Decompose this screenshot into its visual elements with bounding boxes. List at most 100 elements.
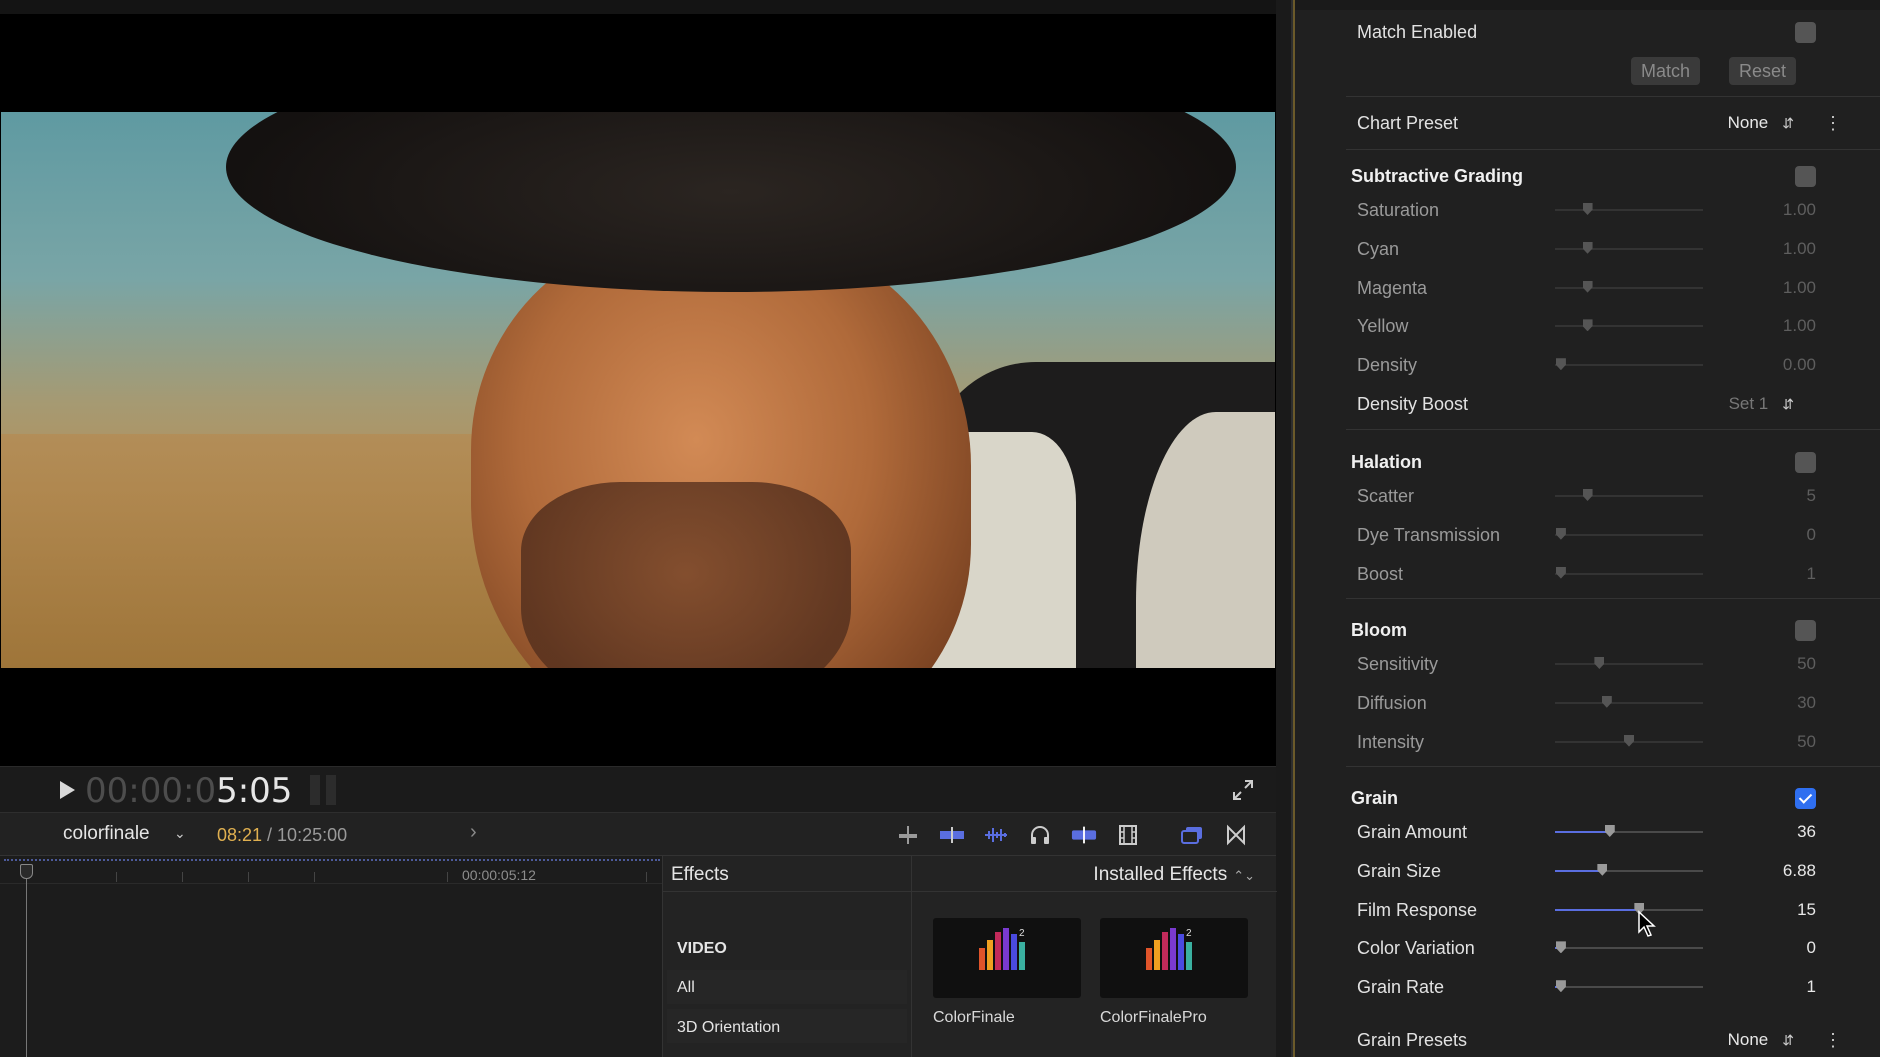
headphones-icon[interactable]	[1027, 822, 1053, 848]
param-value[interactable]: 1.00	[1736, 270, 1816, 306]
grain-presets-popup[interactable]: None ⇵	[1728, 1022, 1794, 1057]
param-slider[interactable]	[1555, 280, 1703, 293]
param-value[interactable]: 30	[1736, 685, 1816, 721]
insert-clip-icon[interactable]	[939, 822, 965, 848]
timeline[interactable]: 00:00:05:12	[0, 856, 662, 1057]
playhead-handle[interactable]	[20, 864, 33, 879]
param-value[interactable]: 0	[1736, 517, 1816, 553]
slider-knob[interactable]	[1555, 358, 1566, 371]
param-value[interactable]: 1.00	[1736, 308, 1816, 344]
param-row: Density 0.00	[1293, 347, 1880, 383]
param-label: Diffusion	[1357, 692, 1427, 713]
filmstrip-icon[interactable]	[1115, 822, 1141, 848]
reset-button[interactable]: Reset	[1729, 57, 1797, 85]
param-slider[interactable]	[1555, 657, 1703, 669]
param-row: Boost 1	[1293, 556, 1880, 592]
slider-knob[interactable]	[1624, 734, 1634, 747]
chart-preset-popup[interactable]: None ⇵	[1728, 105, 1794, 141]
effect-tile-colorfinalepro[interactable]: 2	[1100, 918, 1248, 998]
param-value[interactable]: 5	[1736, 478, 1816, 514]
bloom-title: Bloom	[1351, 620, 1407, 640]
playhead-line[interactable]	[26, 864, 27, 1057]
more-options-icon[interactable]: ⋮	[1824, 105, 1842, 141]
timeline-ruler[interactable]: 00:00:05:12	[0, 856, 662, 884]
match-enabled-checkbox[interactable]	[1795, 22, 1816, 43]
slider-knob[interactable]	[1555, 566, 1566, 579]
param-value[interactable]: 50	[1736, 724, 1816, 760]
grain-section-header: Grain	[1293, 780, 1880, 816]
slider-knob[interactable]	[1582, 241, 1593, 254]
param-slider[interactable]	[1555, 980, 1703, 993]
param-label: Grain Amount	[1357, 822, 1468, 842]
slider-knob[interactable]	[1555, 980, 1566, 993]
connect-clip-icon[interactable]	[895, 822, 921, 848]
param-slider[interactable]	[1555, 695, 1703, 708]
slider-knob[interactable]	[1582, 203, 1593, 215]
param-slider[interactable]	[1555, 825, 1703, 837]
effect-label: ColorFinale	[933, 1009, 1015, 1026]
slider-knob[interactable]	[1601, 695, 1612, 708]
param-value[interactable]: 6.88	[1736, 853, 1816, 889]
param-slider[interactable]	[1555, 358, 1703, 371]
param-slider[interactable]	[1555, 902, 1703, 915]
audio-waveform-icon[interactable]	[983, 822, 1009, 848]
snapping-icon[interactable]	[1071, 822, 1097, 848]
transitions-icon[interactable]	[1223, 822, 1249, 848]
param-slider[interactable]	[1555, 489, 1703, 501]
param-value[interactable]: 0.00	[1736, 347, 1816, 383]
slider-knob[interactable]	[1555, 941, 1566, 954]
slider-knob[interactable]	[1555, 527, 1566, 540]
svg-text:2: 2	[1019, 928, 1025, 939]
param-value[interactable]: 1	[1736, 556, 1816, 592]
effects-title: Effects	[671, 864, 729, 885]
param-value[interactable]: 15	[1736, 892, 1816, 928]
chart-preset-label: Chart Preset	[1357, 113, 1459, 133]
chevron-right-icon[interactable]: ›	[470, 821, 477, 844]
param-value[interactable]: 1	[1736, 969, 1816, 1005]
play-icon[interactable]	[60, 781, 75, 799]
param-row: Saturation 1.00	[1293, 192, 1880, 228]
slider-knob[interactable]	[1582, 280, 1593, 293]
param-slider[interactable]	[1555, 941, 1703, 954]
chevron-down-icon[interactable]: ⌄	[174, 825, 186, 842]
param-value[interactable]: 36	[1736, 814, 1816, 850]
video-viewer[interactable]	[0, 0, 1276, 766]
density-boost-row: Density Boost Set 1 ⇵	[1293, 386, 1880, 422]
bloom-enable-checkbox[interactable]	[1795, 620, 1816, 641]
slider-knob[interactable]	[1604, 825, 1615, 837]
param-value[interactable]: 0	[1736, 930, 1816, 966]
more-options-icon[interactable]: ⋮	[1824, 1022, 1842, 1057]
param-slider[interactable]	[1555, 734, 1703, 747]
slider-knob[interactable]	[1582, 319, 1593, 332]
param-slider[interactable]	[1555, 319, 1703, 332]
slider-knob[interactable]	[1594, 657, 1605, 669]
param-slider[interactable]	[1555, 203, 1703, 215]
match-enabled-row: Match Enabled	[1293, 14, 1880, 50]
fullscreen-icon[interactable]	[1232, 779, 1254, 801]
project-name[interactable]: colorfinale	[63, 823, 150, 845]
effect-tile-colorfinale[interactable]: 2	[933, 918, 1081, 998]
clip-appearance-icon[interactable]	[1179, 822, 1205, 848]
param-slider[interactable]	[1555, 241, 1703, 254]
param-value[interactable]: 50	[1736, 646, 1816, 682]
param-value[interactable]: 1.00	[1736, 192, 1816, 228]
density-boost-popup[interactable]: Set 1 ⇵	[1729, 386, 1794, 422]
param-slider[interactable]	[1555, 527, 1703, 540]
param-row: Scatter 5	[1293, 478, 1880, 514]
category-all[interactable]: All	[677, 979, 897, 997]
category-3d-orientation[interactable]: 3D Orientation	[677, 1019, 897, 1037]
installed-effects-popup[interactable]: Installed Effects ⌃⌄	[1093, 864, 1255, 886]
slider-knob[interactable]	[1582, 489, 1593, 501]
inspector-panel: Match Enabled Match Reset Chart Preset N…	[1291, 0, 1880, 1057]
grain-presets-label: Grain Presets	[1357, 1030, 1468, 1050]
param-slider[interactable]	[1555, 566, 1703, 579]
param-label: Scatter	[1357, 486, 1415, 506]
param-slider[interactable]	[1555, 863, 1703, 876]
ruler-timecode: 00:00:05:12	[462, 867, 536, 883]
subtractive-enable-checkbox[interactable]	[1795, 166, 1816, 187]
grain-enable-checkbox[interactable]	[1795, 788, 1816, 809]
param-value[interactable]: 1.00	[1736, 231, 1816, 267]
slider-knob[interactable]	[1597, 863, 1608, 876]
match-button[interactable]: Match	[1631, 57, 1701, 85]
halation-enable-checkbox[interactable]	[1795, 452, 1816, 473]
